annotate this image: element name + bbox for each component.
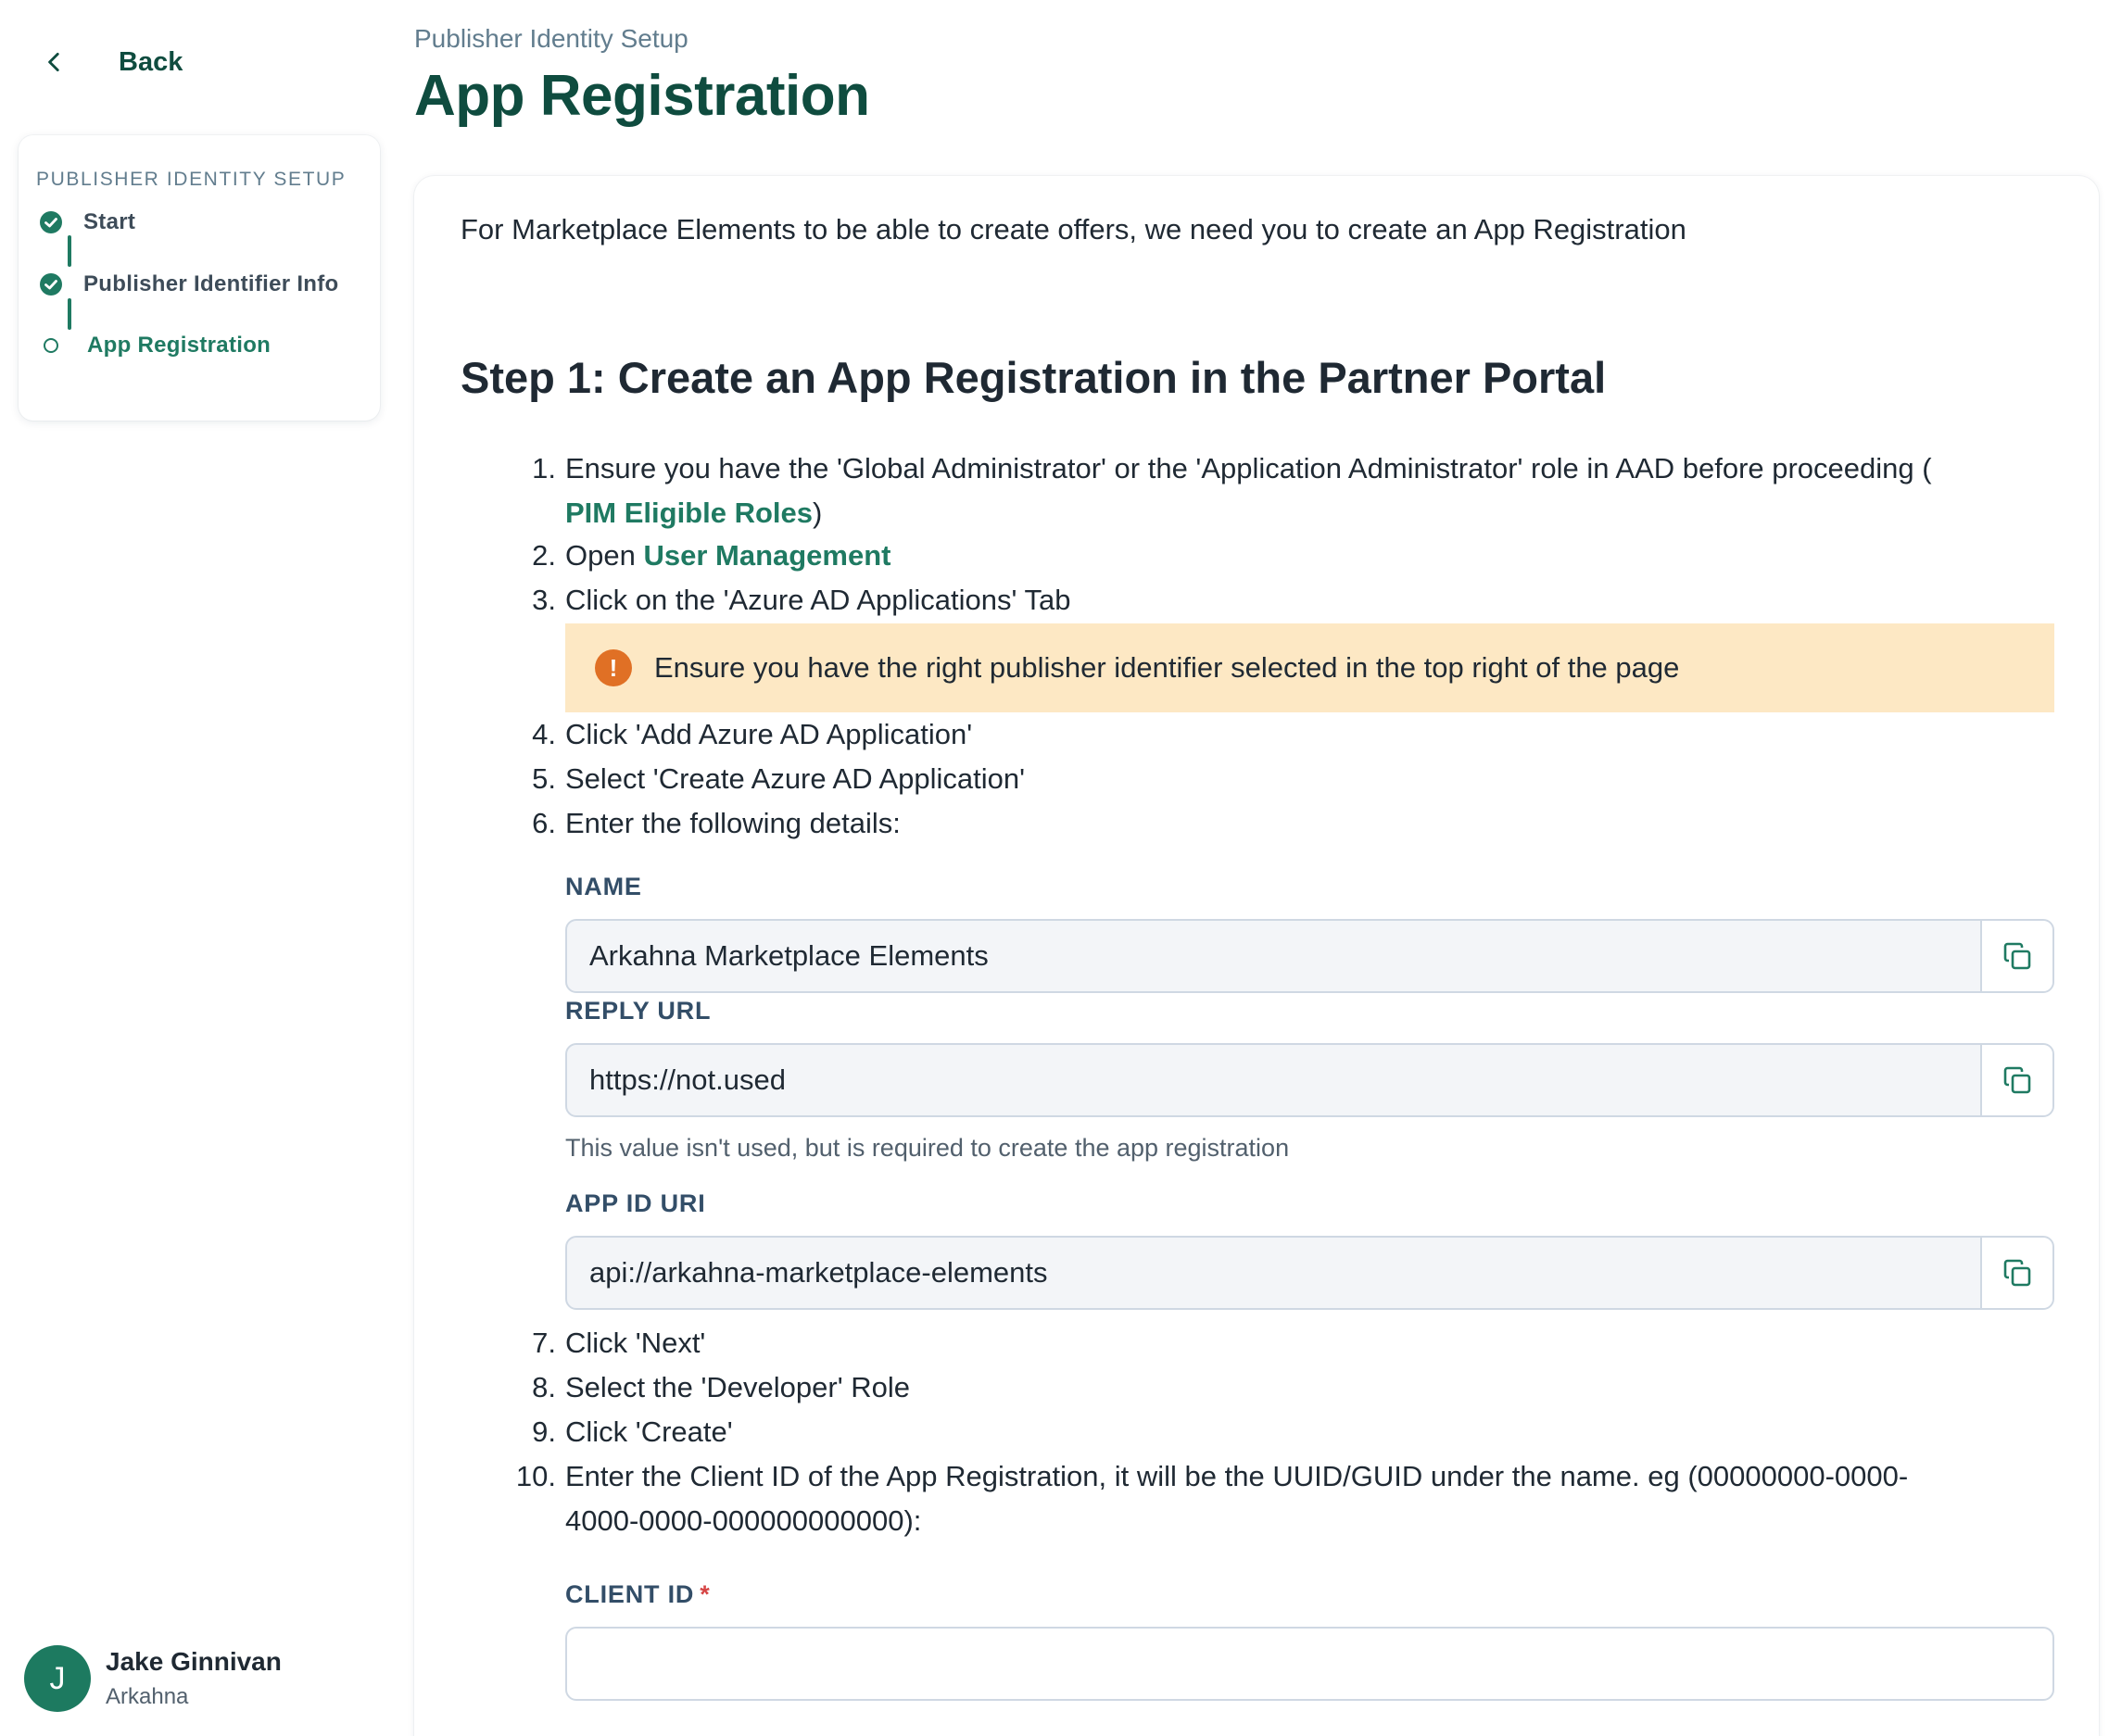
reply-url-help-text: This value isn't used, but is required t… [565, 1134, 1290, 1162]
list-item-text: Select the 'Developer' Role [565, 1371, 910, 1403]
warning-icon: ! [595, 649, 632, 686]
user-name: Jake Ginnivan [106, 1647, 282, 1676]
list-number: 2. [532, 539, 556, 572]
warning-message: Ensure you have the right publisher iden… [654, 651, 1680, 684]
list-item-text: Enter the Client ID of the App Registrat… [565, 1460, 1909, 1492]
list-number: 10. [515, 1460, 556, 1492]
copy-icon [2003, 942, 2031, 970]
page-title: App Registration [414, 64, 870, 128]
list-item: 9. Click 'Create' [532, 1410, 733, 1454]
reply-url-field: https://not.used [565, 1043, 2054, 1117]
copy-name-button[interactable] [1980, 921, 2052, 991]
copy-app-id-uri-button[interactable] [1980, 1238, 2052, 1308]
list-item: 6. Enter the following details: [532, 801, 901, 846]
steps-heading: PUBLISHER IDENTITY SETUP [36, 169, 347, 190]
chevron-left-icon [48, 52, 59, 72]
list-item: 8. Select the 'Developer' Role [532, 1365, 910, 1410]
content-card: For Marketplace Elements to be able to c… [414, 176, 2099, 1736]
list-item-text: Click 'Create' [565, 1415, 733, 1448]
user-management-link[interactable]: User Management [643, 539, 890, 572]
user-profile[interactable]: J Jake Ginnivan Arkahna [24, 1645, 282, 1712]
pim-eligible-roles-link[interactable]: PIM Eligible Roles [565, 497, 813, 529]
copy-reply-url-button[interactable] [1980, 1045, 2052, 1115]
step-label: App Registration [87, 333, 272, 358]
name-field-label: NAME [565, 873, 642, 900]
client-id-field [565, 1627, 2054, 1701]
list-number: 1. [532, 452, 556, 484]
list-number: 7. [532, 1327, 556, 1359]
app-id-uri-field: api://arkahna-marketplace-elements [565, 1236, 2054, 1310]
list-item-text: Click on the 'Azure AD Applications' Tab [565, 584, 1071, 616]
step-label: Publisher Identifier Info [83, 271, 339, 296]
list-item: 2. Open User Management [532, 534, 890, 578]
step-start[interactable]: Start [39, 207, 135, 238]
list-item-text: Ensure you have the 'Global Administrato… [565, 452, 1932, 484]
back-button[interactable]: Back [43, 41, 183, 83]
app-id-uri-value[interactable]: api://arkahna-marketplace-elements [567, 1256, 1980, 1289]
intro-text: For Marketplace Elements to be able to c… [461, 213, 1686, 245]
list-number: 6. [532, 807, 556, 839]
name-value[interactable]: Arkahna Marketplace Elements [567, 939, 1980, 973]
list-item: 7. Click 'Next' [532, 1321, 706, 1365]
avatar: J [24, 1645, 91, 1712]
app-id-uri-field-label: APP ID URI [565, 1189, 706, 1217]
back-label: Back [119, 46, 183, 77]
list-number: 8. [532, 1371, 556, 1403]
list-number: 9. [532, 1415, 556, 1448]
warning-callout: ! Ensure you have the right publisher id… [565, 623, 2054, 712]
step-connector [68, 298, 71, 330]
required-indicator: * [700, 1580, 711, 1608]
setup-steps-card: PUBLISHER IDENTITY SETUP Start Publisher… [19, 135, 380, 421]
copy-icon [2003, 1066, 2031, 1094]
list-number: 5. [532, 762, 556, 795]
user-organization: Arkahna [106, 1684, 189, 1709]
name-field: Arkahna Marketplace Elements [565, 919, 2054, 993]
list-item-text: Select 'Create Azure AD Application' [565, 762, 1026, 795]
list-item-text: Click 'Add Azure AD Application' [565, 718, 973, 750]
step-connector [68, 235, 71, 267]
check-circle-icon [39, 272, 63, 296]
list-item-text: Enter the following details: [565, 807, 901, 839]
list-item: 1. Ensure you have the 'Global Administr… [532, 447, 1932, 535]
list-item: 10. Enter the Client ID of the App Regis… [516, 1454, 1909, 1543]
list-item-text: 4000-0000-000000000000): [565, 1504, 922, 1537]
reply-url-value[interactable]: https://not.used [567, 1063, 1980, 1097]
list-number: 4. [532, 718, 556, 750]
sidebar: Back PUBLISHER IDENTITY SETUP Start Publ… [0, 0, 398, 1736]
list-item-text: Click 'Next' [565, 1327, 706, 1359]
client-id-field-label: CLIENT ID * [565, 1580, 711, 1609]
list-item: 3. Click on the 'Azure AD Applications' … [532, 578, 1071, 623]
list-item-text: ) [813, 497, 823, 529]
step-label: Start [83, 209, 136, 234]
step-publisher-identifier-info[interactable]: Publisher Identifier Info [39, 269, 339, 300]
client-id-input[interactable] [567, 1629, 2052, 1699]
list-item: 4. Click 'Add Azure AD Application' [532, 712, 973, 757]
circle-outline-icon [39, 333, 63, 358]
copy-icon [2003, 1259, 2031, 1287]
list-number: 3. [532, 584, 556, 616]
step-title: Step 1: Create an App Registration in th… [461, 353, 1607, 402]
check-circle-icon [39, 210, 63, 234]
breadcrumb: Publisher Identity Setup [414, 24, 688, 53]
list-item-text: Open [565, 539, 644, 572]
list-item: 5. Select 'Create Azure AD Application' [532, 757, 1026, 801]
step-app-registration[interactable]: App Registration [39, 330, 271, 361]
client-id-label-text: CLIENT ID [565, 1580, 695, 1608]
reply-url-field-label: REPLY URL [565, 997, 712, 1025]
